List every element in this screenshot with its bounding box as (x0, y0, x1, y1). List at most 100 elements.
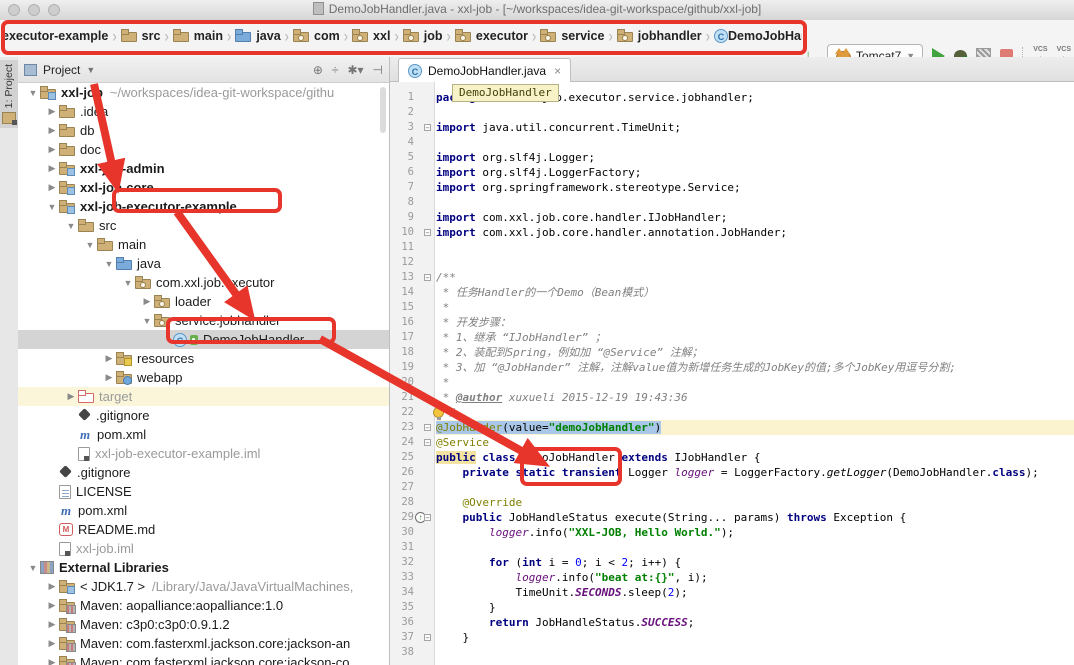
code-line-33[interactable]: 33 logger.info("beat at:{}", i); (390, 570, 1074, 585)
tree-collapsed-arrow-icon[interactable]: ▶ (45, 125, 59, 136)
project-view-chevron-icon[interactable]: ▼ (86, 65, 95, 75)
tree-item-com-xxl-job-executor[interactable]: ▼com.xxl.job.executor (18, 273, 389, 292)
tree-item-pom-xml[interactable]: mpom.xml (18, 501, 389, 520)
tree-collapsed-arrow-icon[interactable]: ▶ (102, 372, 116, 383)
code-line-6[interactable]: 6import org.slf4j.LoggerFactory; (390, 165, 1074, 180)
locate-file-button[interactable]: ⊕ (313, 63, 323, 77)
breadcrumb-item-com[interactable]: com (293, 29, 340, 43)
fold-marker-icon[interactable]: − (424, 124, 431, 131)
code-line-3[interactable]: 3−import java.util.concurrent.TimeUnit; (390, 120, 1074, 135)
breadcrumb-item-service[interactable]: service (540, 29, 604, 43)
tree-item-webapp[interactable]: ▶webapp (18, 368, 389, 387)
code-line-24[interactable]: 24−@Service (390, 435, 1074, 450)
tree-collapsed-arrow-icon[interactable]: ▶ (45, 638, 59, 649)
breadcrumb-item-executor-example[interactable]: executor-example (2, 29, 108, 43)
tree-item-maven-c3p0-c3p0-0-9-1-2[interactable]: ▶Maven: c3p0:c3p0:0.9.1.2 (18, 615, 389, 634)
project-tool-window-tab[interactable]: 1: Project (0, 60, 18, 128)
tree-collapsed-arrow-icon[interactable]: ▶ (45, 619, 59, 630)
tree-expanded-arrow-icon[interactable]: ▼ (26, 563, 40, 573)
tree-item-loader[interactable]: ▶loader (18, 292, 389, 311)
code-line-8[interactable]: 8 (390, 195, 1074, 210)
code-line-28[interactable]: 28 @Override (390, 495, 1074, 510)
tree-scrollbar[interactable] (380, 87, 386, 133)
fold-end-marker-icon[interactable]: − (424, 229, 431, 236)
tree-item-java[interactable]: ▼java (18, 254, 389, 273)
code-line-22[interactable]: 22 */ (390, 405, 1074, 420)
breadcrumb-item-jobhandler[interactable]: jobhandler (617, 29, 702, 43)
breadcrumb-item-demojobhandler[interactable]: CDemoJobHandler (714, 29, 802, 43)
tree-collapsed-arrow-icon[interactable]: ▶ (45, 657, 59, 665)
tree-collapsed-arrow-icon[interactable]: ▶ (45, 182, 59, 193)
tree-item-src[interactable]: ▼src (18, 216, 389, 235)
code-line-10[interactable]: 10−import com.xxl.job.core.handler.annot… (390, 225, 1074, 240)
code-line-12[interactable]: 12 (390, 255, 1074, 270)
tree-collapsed-arrow-icon[interactable]: ▶ (102, 353, 116, 364)
tree-item-xxl-job-executor-example[interactable]: ▼xxl-job-executor-example (18, 197, 389, 216)
code-line-16[interactable]: 16 * 开发步骤： (390, 315, 1074, 330)
tree-collapsed-arrow-icon[interactable]: ▶ (45, 600, 59, 611)
tree-item-xxl-job-core[interactable]: ▶xxl-job-core (18, 178, 389, 197)
tree-expanded-arrow-icon[interactable]: ▼ (45, 202, 59, 212)
tree-item-resources[interactable]: ▶resources (18, 349, 389, 368)
tree-expanded-arrow-icon[interactable]: ▼ (140, 316, 154, 326)
tree-expanded-arrow-icon[interactable]: ▼ (121, 278, 135, 288)
code-line-25[interactable]: 25public class DemoJobHandler extends IJ… (390, 450, 1074, 465)
code-area[interactable]: 1package com.xxl.job.executor.service.jo… (390, 82, 1074, 665)
panel-settings-button[interactable]: ✱▾ (347, 63, 363, 77)
fold-marker-icon[interactable]: − (424, 514, 431, 521)
close-tab-icon[interactable]: × (554, 64, 561, 78)
code-line-36[interactable]: 36 return JobHandleStatus.SUCCESS; (390, 615, 1074, 630)
code-line-31[interactable]: 31 (390, 540, 1074, 555)
tree-item-maven-aopalliance-aopalliance-1-0[interactable]: ▶Maven: aopalliance:aopalliance:1.0 (18, 596, 389, 615)
code-line-30[interactable]: 30 logger.info("XXL-JOB, Hello World."); (390, 525, 1074, 540)
tree-expanded-arrow-icon[interactable]: ▼ (83, 240, 97, 250)
tree-item-db[interactable]: ▶db (18, 121, 389, 140)
intention-bulb-icon[interactable] (433, 407, 444, 418)
code-line-20[interactable]: 20 * (390, 375, 1074, 390)
tree-item-demojobhandler[interactable]: CDemoJobHandler (18, 330, 389, 349)
code-line-2[interactable]: 2 (390, 105, 1074, 120)
editor-tab-demojobhandler[interactable]: C DemoJobHandler.java × (398, 58, 571, 83)
fold-marker-icon[interactable]: − (424, 274, 431, 281)
code-line-9[interactable]: 9import com.xxl.job.core.handler.IJobHan… (390, 210, 1074, 225)
code-line-26[interactable]: 26 private static transient Logger logge… (390, 465, 1074, 480)
tree-item-xxl-job-executor-example-iml[interactable]: xxl-job-executor-example.iml (18, 444, 389, 463)
code-line-4[interactable]: 4 (390, 135, 1074, 150)
breadcrumb-item-main[interactable]: main (173, 29, 223, 43)
tree-item-xxl-job-iml[interactable]: xxl-job.iml (18, 539, 389, 558)
fold-end-marker-icon[interactable]: − (424, 634, 431, 641)
breadcrumb-item-executor[interactable]: executor (455, 29, 528, 43)
tree-item-xxl-job[interactable]: ▼xxl-job~/workspaces/idea-git-workspace/… (18, 83, 389, 102)
code-line-27[interactable]: 27 (390, 480, 1074, 495)
tree-item-jdk1-7[interactable]: ▶< JDK1.7 >/Library/Java/JavaVirtualMach… (18, 577, 389, 596)
tree-item-maven-com-fasterxml-jackson-core-jackson-co[interactable]: ▶Maven: com.fasterxml.jackson.core:jacks… (18, 653, 389, 665)
code-line-14[interactable]: 14 * 任务Handler的一个Demo（Bean模式） (390, 285, 1074, 300)
tree-collapsed-arrow-icon[interactable]: ▶ (64, 391, 78, 402)
tree-item-gitignore[interactable]: .gitignore (18, 406, 389, 425)
code-line-34[interactable]: 34 TimeUnit.SECONDS.sleep(2); (390, 585, 1074, 600)
fold-end-marker-icon[interactable]: − (424, 439, 431, 446)
code-line-7[interactable]: 7import org.springframework.stereotype.S… (390, 180, 1074, 195)
tree-item-external-libraries[interactable]: ▼External Libraries (18, 558, 389, 577)
collapse-all-button[interactable]: ÷ (332, 63, 339, 77)
code-line-17[interactable]: 17 * 1、继承 “IJobHandler” ； (390, 330, 1074, 345)
code-line-18[interactable]: 18 * 2、装配到Spring，例如加 “@Service” 注解； (390, 345, 1074, 360)
code-line-15[interactable]: 15 * (390, 300, 1074, 315)
tree-collapsed-arrow-icon[interactable]: ▶ (45, 581, 59, 592)
tree-collapsed-arrow-icon[interactable]: ▶ (45, 144, 59, 155)
tree-collapsed-arrow-icon[interactable]: ▶ (45, 163, 59, 174)
code-line-38[interactable]: 38 (390, 645, 1074, 660)
code-line-13[interactable]: 13−/** (390, 270, 1074, 285)
code-line-32[interactable]: 32 for (int i = 0; i < 2; i++) { (390, 555, 1074, 570)
code-line-21[interactable]: 21 * @author xuxueli 2015-12-19 19:43:36 (390, 390, 1074, 405)
breadcrumb-item-src[interactable]: src (121, 29, 161, 43)
code-line-23[interactable]: 23−@JobHander(value="demoJobHandler") (390, 420, 1074, 435)
tree-expanded-arrow-icon[interactable]: ▼ (64, 221, 78, 231)
code-line-5[interactable]: 5import org.slf4j.Logger; (390, 150, 1074, 165)
tree-item-gitignore[interactable]: .gitignore (18, 463, 389, 482)
code-line-11[interactable]: 11 (390, 240, 1074, 255)
tree-item-readme-md[interactable]: MREADME.md (18, 520, 389, 539)
code-line-35[interactable]: 35 } (390, 600, 1074, 615)
breadcrumb-item-xxl[interactable]: xxl (352, 29, 390, 43)
tree-item-doc[interactable]: ▶doc (18, 140, 389, 159)
